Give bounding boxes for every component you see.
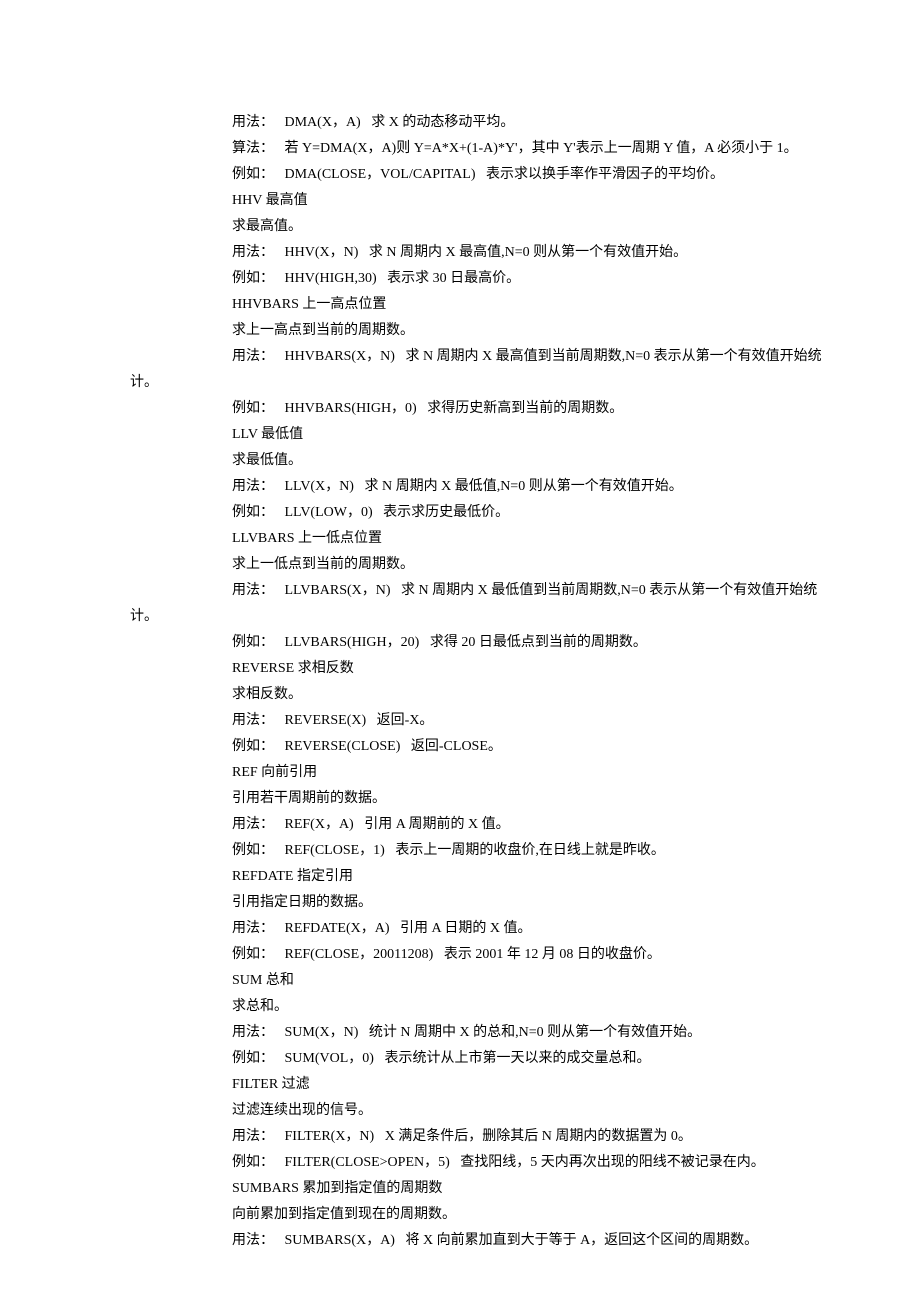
text-line: 用法： FILTER(X，N) X 满足条件后，删除其后 N 周期内的数据置为 … bbox=[0, 1124, 920, 1150]
text-line: SUMBARS 累加到指定值的周期数 bbox=[0, 1176, 920, 1202]
text-line: 例如： LLVBARS(HIGH，20) 求得 20 日最低点到当前的周期数。 bbox=[0, 630, 920, 656]
text-line: HHV 最高值 bbox=[0, 188, 920, 214]
text-line: 计。 bbox=[0, 370, 920, 396]
text-line: 用法： SUM(X，N) 统计 N 周期中 X 的总和,N=0 则从第一个有效值… bbox=[0, 1020, 920, 1046]
text-line: 计。 bbox=[0, 604, 920, 630]
text-line: 求相反数。 bbox=[0, 682, 920, 708]
text-line: 例如： SUM(VOL，0) 表示统计从上市第一天以来的成交量总和。 bbox=[0, 1046, 920, 1072]
text-line: 用法： SUMBARS(X，A) 将 X 向前累加直到大于等于 A，返回这个区间… bbox=[0, 1228, 920, 1254]
text-line: 求最低值。 bbox=[0, 448, 920, 474]
text-line: 用法： DMA(X，A) 求 X 的动态移动平均。 bbox=[0, 110, 920, 136]
text-line: 引用若干周期前的数据。 bbox=[0, 786, 920, 812]
text-line: 算法： 若 Y=DMA(X，A)则 Y=A*X+(1-A)*Y'，其中 Y'表示… bbox=[0, 136, 920, 162]
text-line: 向前累加到指定值到现在的周期数。 bbox=[0, 1202, 920, 1228]
text-line: HHVBARS 上一高点位置 bbox=[0, 292, 920, 318]
text-line: 用法： LLVBARS(X，N) 求 N 周期内 X 最低值到当前周期数,N=0… bbox=[0, 578, 920, 604]
text-line: SUM 总和 bbox=[0, 968, 920, 994]
text-line: LLV 最低值 bbox=[0, 422, 920, 448]
text-line: 例如： REVERSE(CLOSE) 返回-CLOSE。 bbox=[0, 734, 920, 760]
text-line: 过滤连续出现的信号。 bbox=[0, 1098, 920, 1124]
text-line: 例如： HHV(HIGH,30) 表示求 30 日最高价。 bbox=[0, 266, 920, 292]
text-line: 例如： HHVBARS(HIGH，0) 求得历史新高到当前的周期数。 bbox=[0, 396, 920, 422]
text-line: 用法： REF(X，A) 引用 A 周期前的 X 值。 bbox=[0, 812, 920, 838]
text-line: 求上一高点到当前的周期数。 bbox=[0, 318, 920, 344]
text-line: 用法： REFDATE(X，A) 引用 A 日期的 X 值。 bbox=[0, 916, 920, 942]
document-page: 用法： DMA(X，A) 求 X 的动态移动平均。算法： 若 Y=DMA(X，A… bbox=[0, 0, 920, 1314]
text-line: 例如： REF(CLOSE，1) 表示上一周期的收盘价,在日线上就是昨收。 bbox=[0, 838, 920, 864]
text-line: LLVBARS 上一低点位置 bbox=[0, 526, 920, 552]
text-line: 求上一低点到当前的周期数。 bbox=[0, 552, 920, 578]
text-line: 求最高值。 bbox=[0, 214, 920, 240]
text-line: FILTER 过滤 bbox=[0, 1072, 920, 1098]
text-line: 例如： FILTER(CLOSE>OPEN，5) 查找阳线，5 天内再次出现的阳… bbox=[0, 1150, 920, 1176]
text-line: 求总和。 bbox=[0, 994, 920, 1020]
text-line: 用法： REVERSE(X) 返回-X。 bbox=[0, 708, 920, 734]
text-line: 例如： DMA(CLOSE，VOL/CAPITAL) 表示求以换手率作平滑因子的… bbox=[0, 162, 920, 188]
text-line: 用法： HHVBARS(X，N) 求 N 周期内 X 最高值到当前周期数,N=0… bbox=[0, 344, 920, 370]
text-line: 例如： REF(CLOSE，20011208) 表示 2001 年 12 月 0… bbox=[0, 942, 920, 968]
text-line: 用法： LLV(X，N) 求 N 周期内 X 最低值,N=0 则从第一个有效值开… bbox=[0, 474, 920, 500]
text-line: 例如： LLV(LOW，0) 表示求历史最低价。 bbox=[0, 500, 920, 526]
text-line: REVERSE 求相反数 bbox=[0, 656, 920, 682]
text-line: 引用指定日期的数据。 bbox=[0, 890, 920, 916]
text-line: REF 向前引用 bbox=[0, 760, 920, 786]
text-line: 用法： HHV(X，N) 求 N 周期内 X 最高值,N=0 则从第一个有效值开… bbox=[0, 240, 920, 266]
text-line: REFDATE 指定引用 bbox=[0, 864, 920, 890]
